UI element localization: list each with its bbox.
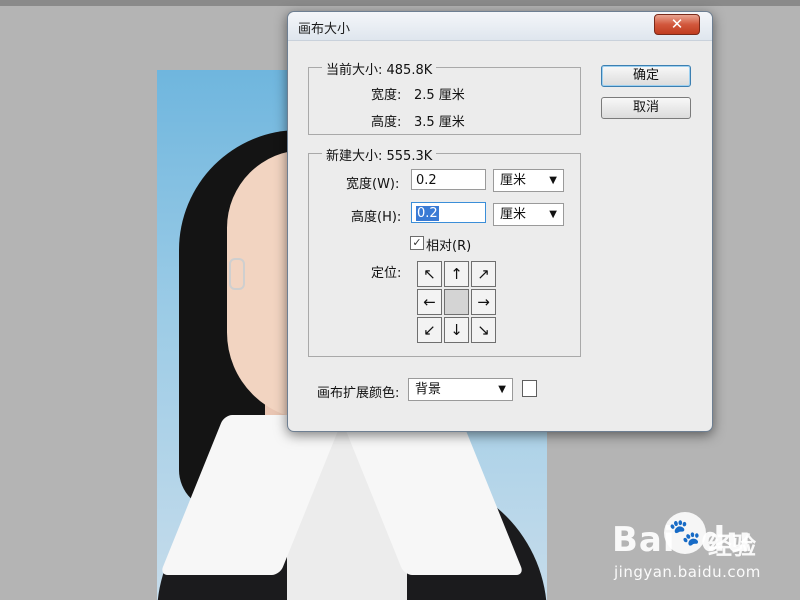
anchor-grid: ↖ ↑ ↗ ← → ↙ ↓ ↘ — [417, 261, 497, 345]
watermark-cn-text: 经验 — [708, 532, 756, 560]
current-height-value: 3.5 厘米 — [414, 115, 465, 130]
chevron-down-icon: ▼ — [498, 384, 506, 395]
anchor-center[interactable] — [444, 289, 469, 315]
anchor-right[interactable]: → — [471, 289, 496, 315]
arrow-left-icon: ← — [423, 293, 436, 311]
close-icon: ✕ — [670, 15, 684, 33]
anchor-bottom[interactable]: ↓ — [444, 317, 469, 343]
anchor-top[interactable]: ↑ — [444, 261, 469, 287]
height-unit-value: 厘米 — [500, 207, 527, 222]
anchor-left[interactable]: ← — [417, 289, 442, 315]
anchor-label: 定位: — [371, 266, 402, 281]
arrow-down-icon: ↓ — [450, 321, 463, 339]
width-input[interactable]: 0.2 — [411, 169, 486, 190]
height-input[interactable]: 0.2 — [411, 202, 486, 223]
arrow-down-right-icon: ↘ — [477, 321, 490, 339]
arrow-down-left-icon: ↙ — [423, 321, 436, 339]
arrow-up-left-icon: ↖ — [423, 265, 436, 283]
cancel-button[interactable]: 取消 — [601, 97, 691, 119]
new-width-label: 宽度(W): — [346, 177, 400, 192]
height-input-selected-text: 0.2 — [416, 206, 439, 221]
extension-color-select[interactable]: 背景 ▼ — [408, 378, 513, 401]
watermark-url: jingyan.baidu.com — [614, 563, 761, 581]
new-size-label: 新建大小: 555.3K — [322, 145, 437, 164]
arrow-right-icon: → — [477, 293, 490, 311]
height-unit-select[interactable]: 厘米 ▼ — [493, 203, 564, 226]
chevron-down-icon: ▼ — [549, 209, 557, 220]
current-height-label: 高度: — [371, 115, 402, 130]
paw-icon: 🐾 — [664, 512, 706, 554]
current-width-value: 2.5 厘米 — [414, 88, 465, 103]
anchor-top-right[interactable]: ↗ — [471, 261, 496, 287]
chevron-down-icon: ▼ — [549, 175, 557, 186]
dialog-title: 画布大小 — [298, 22, 351, 37]
current-size-label: 当前大小: 485.8K — [322, 59, 437, 78]
arrow-up-icon: ↑ — [450, 265, 463, 283]
extension-color-label: 画布扩展颜色: — [317, 386, 400, 401]
anchor-bottom-left[interactable]: ↙ — [417, 317, 442, 343]
relative-checkbox[interactable]: ✓ — [410, 236, 424, 250]
current-width-label: 宽度: — [371, 88, 402, 103]
width-unit-value: 厘米 — [500, 173, 527, 188]
anchor-bottom-right[interactable]: ↘ — [471, 317, 496, 343]
checkmark-icon: ✓ — [412, 236, 422, 249]
app-top-strip — [0, 0, 800, 6]
photo-earring — [229, 258, 245, 290]
arrow-up-right-icon: ↗ — [477, 265, 490, 283]
width-unit-select[interactable]: 厘米 ▼ — [493, 169, 564, 192]
relative-label[interactable]: 相对(R) — [426, 235, 471, 254]
canvas-size-dialog: 画布大小 ✕ 当前大小: 485.8K 宽度: 2.5 厘米 高度: 3.5 厘… — [287, 11, 713, 432]
extension-color-value: 背景 — [415, 382, 442, 397]
close-button[interactable]: ✕ — [654, 14, 700, 35]
ok-button[interactable]: 确定 — [601, 65, 691, 87]
dialog-titlebar[interactable]: 画布大小 ✕ — [288, 12, 712, 41]
extension-color-swatch[interactable] — [522, 380, 537, 397]
new-height-label: 高度(H): — [351, 210, 402, 225]
anchor-top-left[interactable]: ↖ — [417, 261, 442, 287]
